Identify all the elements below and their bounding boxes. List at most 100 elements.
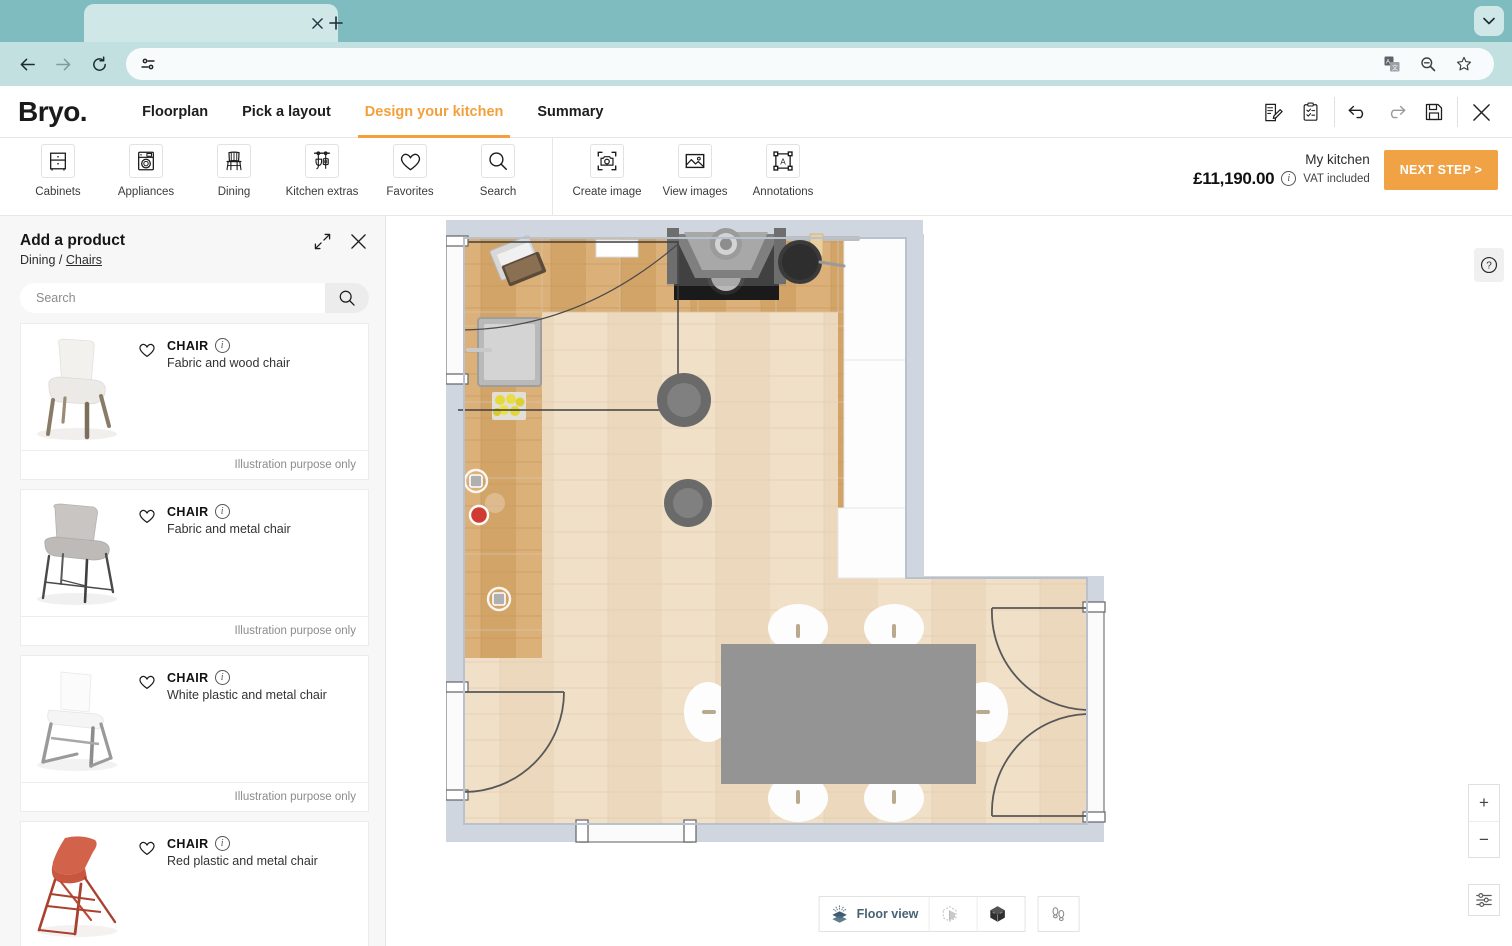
- info-icon[interactable]: i: [1281, 171, 1296, 186]
- close-icon[interactable]: [1462, 93, 1500, 131]
- zoom-in-button[interactable]: +: [1469, 785, 1499, 821]
- back-arrow-icon[interactable]: [12, 49, 42, 79]
- product-name: CHAIR: [167, 339, 209, 353]
- camera-icon: [590, 144, 624, 178]
- svg-text:文: 文: [1392, 64, 1398, 72]
- nav-item-summary[interactable]: Summary: [520, 86, 620, 138]
- tool-group-images: Create image View images A: [563, 138, 827, 198]
- product-name: CHAIR: [167, 671, 209, 685]
- floorplan-drawing[interactable]: [446, 220, 1146, 860]
- star-icon[interactable]: [1452, 52, 1476, 76]
- plus-icon[interactable]: [322, 9, 350, 37]
- tool-label: Annotations: [753, 186, 814, 198]
- annotation-icon: A: [766, 144, 800, 178]
- zoom-out-icon[interactable]: [1416, 52, 1440, 76]
- forward-arrow-icon[interactable]: [48, 49, 78, 79]
- tool-label: Appliances: [118, 186, 174, 198]
- close-icon[interactable]: [345, 228, 371, 254]
- tool-favorites[interactable]: Favorites: [366, 144, 454, 198]
- zoom-out-button[interactable]: −: [1469, 821, 1499, 857]
- undo-icon[interactable]: [1339, 93, 1377, 131]
- tool-label: Search: [480, 186, 516, 198]
- reload-icon[interactable]: [84, 49, 114, 79]
- view-3d-cube[interactable]: [976, 897, 1024, 931]
- notes-edit-icon[interactable]: [1254, 93, 1292, 131]
- info-icon[interactable]: i: [215, 836, 230, 851]
- product-footnote: Illustration purpose only: [21, 616, 368, 645]
- nav-item-floorplan[interactable]: Floorplan: [125, 86, 225, 138]
- tool-kitchen-extras[interactable]: Kitchen extras: [278, 144, 366, 198]
- breadcrumb-root[interactable]: Dining: [20, 253, 55, 267]
- selection-dot: [470, 506, 488, 524]
- product-card[interactable]: CHAIR i Fabric and wood chair Illustrati…: [20, 323, 369, 480]
- view-mode-bar: Floor view: [819, 896, 1080, 932]
- checklist-icon[interactable]: [1292, 93, 1330, 131]
- expand-icon[interactable]: [309, 228, 335, 254]
- redo-icon[interactable]: [1377, 93, 1415, 131]
- info-icon[interactable]: i: [215, 338, 230, 353]
- search-icon[interactable]: [325, 283, 369, 313]
- page-settings-icon[interactable]: [136, 52, 160, 76]
- cabinet-icon: [41, 144, 75, 178]
- workspace: Add a product Dining / Chairs: [0, 216, 1512, 946]
- cube-view-icon: [987, 904, 1007, 924]
- next-step-button[interactable]: NEXT STEP >: [1384, 150, 1498, 190]
- breadcrumb-current[interactable]: Chairs: [66, 253, 102, 267]
- translate-icon[interactable]: A文: [1380, 52, 1404, 76]
- ghost-handle: [485, 493, 505, 513]
- favorite-icon[interactable]: [135, 836, 159, 860]
- tool-search[interactable]: Search: [454, 144, 542, 198]
- search-input[interactable]: [20, 283, 325, 313]
- address-bar[interactable]: A文: [126, 48, 1494, 80]
- vat-note: VAT included: [1303, 173, 1369, 185]
- browser-tab[interactable]: [84, 4, 338, 42]
- product-footnote: Illustration purpose only: [21, 782, 368, 811]
- floor-view-icon: [830, 904, 850, 924]
- divider: [1457, 97, 1458, 127]
- nav-item-design-your-kitchen[interactable]: Design your kitchen: [348, 86, 521, 138]
- product-list[interactable]: CHAIR i Fabric and wood chair Illustrati…: [0, 323, 385, 946]
- header-actions: [1254, 86, 1500, 138]
- favorite-icon[interactable]: [135, 670, 159, 694]
- info-icon[interactable]: i: [215, 670, 230, 685]
- divider: [552, 138, 553, 216]
- picture-icon: [678, 144, 712, 178]
- product-thumbnail: [29, 500, 135, 608]
- favorite-icon[interactable]: [135, 338, 159, 362]
- favorite-icon[interactable]: [135, 504, 159, 528]
- tool-dining[interactable]: Dining: [190, 144, 278, 198]
- main-nav: Floorplan Pick a layout Design your kitc…: [125, 86, 620, 138]
- product-card[interactable]: CHAIR i Fabric and metal chair Illustrat…: [20, 489, 369, 646]
- breadcrumb-separator: /: [59, 253, 62, 267]
- price-block: My kitchen £11,190.00 i VAT included: [1193, 152, 1370, 189]
- product-card[interactable]: CHAIR i Red plastic and metal chair Illu…: [20, 821, 369, 946]
- product-description: Fabric and wood chair: [167, 356, 290, 370]
- tool-group-catalog: Cabinets Appliances: [0, 138, 542, 198]
- nav-item-pick-a-layout[interactable]: Pick a layout: [225, 86, 348, 138]
- info-icon[interactable]: i: [215, 504, 230, 519]
- tool-view-images[interactable]: View images: [651, 144, 739, 198]
- product-thumbnail: [29, 334, 135, 442]
- brand-logo: Bryo.: [18, 98, 87, 126]
- display-settings-button[interactable]: [1468, 884, 1500, 916]
- svg-text:?: ?: [1486, 261, 1492, 272]
- product-search: [20, 283, 369, 313]
- browser-chrome: A文: [0, 0, 1512, 86]
- product-description: Fabric and metal chair: [167, 522, 291, 536]
- save-icon[interactable]: [1415, 93, 1453, 131]
- sink: [466, 318, 541, 386]
- tool-cabinets[interactable]: Cabinets: [14, 144, 102, 198]
- tool-create-image[interactable]: Create image: [563, 144, 651, 198]
- chevron-down-icon[interactable]: [1474, 6, 1504, 36]
- floorplan-canvas[interactable]: ? + − Floor: [386, 216, 1512, 946]
- walkthrough-button[interactable]: [1038, 897, 1078, 931]
- product-description: White plastic and metal chair: [167, 688, 327, 702]
- add-product-panel: Add a product Dining / Chairs: [0, 216, 386, 946]
- product-card[interactable]: CHAIR i White plastic and metal chair Il…: [20, 655, 369, 812]
- view-floor-view[interactable]: Floor view: [820, 897, 929, 931]
- tool-annotations[interactable]: A Annotations: [739, 144, 827, 198]
- view-dollhouse[interactable]: [928, 897, 976, 931]
- tool-label: Create image: [572, 186, 641, 198]
- help-button[interactable]: ?: [1474, 248, 1504, 282]
- tool-appliances[interactable]: Appliances: [102, 144, 190, 198]
